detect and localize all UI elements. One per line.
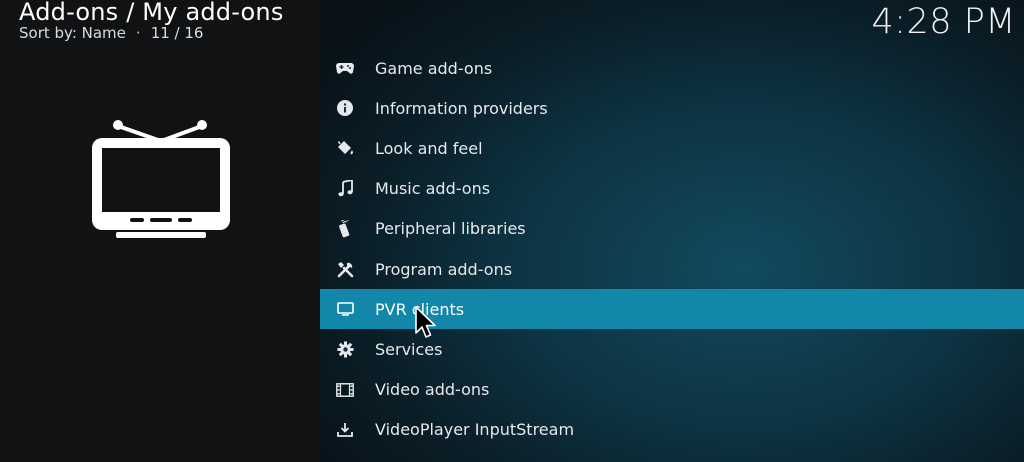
menu-item-videoplayer-inputstream[interactable]: VideoPlayer InputStream <box>320 410 1024 450</box>
remote-icon <box>336 219 354 238</box>
menu-item-program-addons[interactable]: Program add-ons <box>320 249 1024 289</box>
menu-item-game-addons[interactable]: Game add-ons <box>320 48 1024 88</box>
menu-item-label: Services <box>375 339 443 359</box>
menu-item-music-addons[interactable]: Music add-ons <box>320 169 1024 209</box>
tv-icon <box>92 120 230 238</box>
music-note-icon <box>336 180 354 198</box>
gamepad-icon <box>336 59 354 77</box>
menu-item-look-and-feel[interactable]: Look and feel <box>320 128 1024 168</box>
clock: 4:28 PM <box>871 2 1016 42</box>
item-position: 11 / 16 <box>150 24 204 42</box>
gear-icon <box>336 340 354 358</box>
menu-item-label: Game add-ons <box>375 58 493 78</box>
film-icon <box>336 381 354 399</box>
menu-item-peripheral-libraries[interactable]: Peripheral libraries <box>320 209 1024 249</box>
menu-item-label: PVR clients <box>375 299 465 319</box>
sort-label: Sort by: Name <box>19 24 126 42</box>
tv-small-icon <box>336 300 354 318</box>
sort-info[interactable]: Sort by: Name · 11 / 16 <box>19 24 203 42</box>
kodi-screen: Add-ons / My add-ons Sort by: Name · 11 / … <box>0 0 1024 462</box>
page-title: Add-ons / My add-ons <box>19 0 284 26</box>
info-icon <box>336 99 354 117</box>
menu-item-label: Music add-ons <box>375 179 491 199</box>
menu-item-label: Peripheral libraries <box>375 219 526 239</box>
menu-item-label: VideoPlayer InputStream <box>375 420 575 440</box>
menu-item-label: Program add-ons <box>375 259 513 279</box>
menu-item-label: Video add-ons <box>375 380 490 400</box>
menu-item-pvr-clients[interactable]: PVR clients <box>320 289 1024 330</box>
download-icon <box>336 421 354 439</box>
menu-item-information-providers[interactable]: Information providers <box>320 88 1024 128</box>
paint-bucket-icon <box>336 139 354 157</box>
menu-item-video-addons[interactable]: Video add-ons <box>320 370 1024 410</box>
tools-icon <box>336 260 354 278</box>
menu-item-label: Look and feel <box>375 138 483 158</box>
menu-item-services[interactable]: Services <box>320 329 1024 369</box>
separator: · <box>135 24 141 42</box>
menu-item-label: Information providers <box>375 98 548 118</box>
addon-category-list: Game add-ons Information providers Look … <box>320 48 1024 450</box>
